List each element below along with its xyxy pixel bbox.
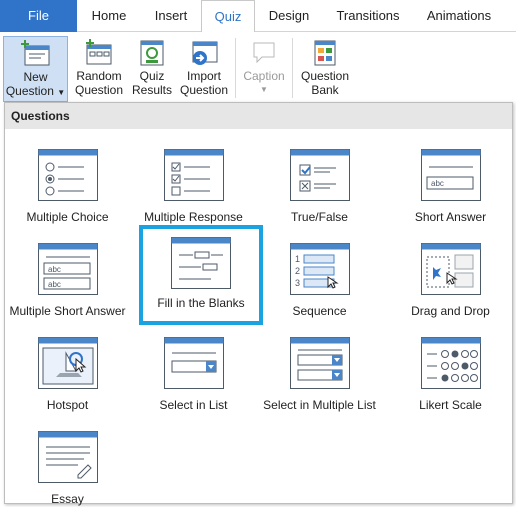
- tab-transitions[interactable]: Transitions: [323, 0, 413, 32]
- question-type-label: Multiple Response: [144, 210, 243, 224]
- caption-icon: [253, 42, 275, 64]
- tab-animations[interactable]: Animations: [416, 0, 502, 32]
- true-false-icon: [290, 149, 350, 201]
- question-bank-label-1: Question: [300, 69, 350, 83]
- question-type-multiple-short-answer[interactable]: abc abc Multiple Short Answer: [5, 233, 130, 325]
- multiple-response-icon: [164, 149, 224, 201]
- question-type-label: True/False: [291, 210, 348, 224]
- import-question-icon: [192, 41, 218, 65]
- caption-chevron-down-icon: ▼: [260, 85, 268, 94]
- questions-gallery: Questions Multiple Choice Multiple Respo…: [4, 102, 513, 507]
- new-question-label-1: New: [23, 70, 48, 84]
- ribbon-separator: [292, 38, 293, 98]
- chevron-down-icon: ▼: [57, 88, 66, 97]
- tab-quiz[interactable]: Quiz: [201, 0, 255, 33]
- question-type-likert-scale[interactable]: Likert Scale: [388, 327, 513, 419]
- fill-in-the-blanks-icon: [171, 237, 231, 289]
- multiple-choice-icon: [38, 149, 98, 201]
- multiple-short-answer-icon: abc abc: [38, 243, 98, 295]
- import-question-label-1: Import: [186, 69, 221, 83]
- question-type-sequence[interactable]: 1 2 3 Sequence: [257, 233, 382, 325]
- question-type-label: Essay: [51, 492, 84, 506]
- question-type-label: Drag and Drop: [411, 304, 490, 318]
- tab-file[interactable]: File: [0, 0, 77, 32]
- question-type-true-false[interactable]: True/False: [257, 139, 382, 231]
- question-type-label: Likert Scale: [419, 398, 482, 412]
- question-type-select-in-multiple-list[interactable]: Select in Multiple List: [257, 327, 382, 419]
- question-type-label: Multiple Choice: [26, 210, 109, 224]
- caption-label: Caption: [243, 69, 285, 83]
- random-question-label-1: Random: [76, 69, 122, 83]
- question-type-multiple-choice[interactable]: Multiple Choice: [5, 139, 130, 231]
- gallery-header: Questions: [5, 103, 512, 129]
- question-type-label: Select in List: [159, 398, 228, 412]
- new-question-button[interactable]: New Question ▼: [3, 36, 68, 102]
- question-type-label: Multiple Short Answer: [9, 304, 126, 318]
- question-type-multiple-response[interactable]: Multiple Response: [131, 139, 256, 231]
- ribbon: New Question ▼ Random Question Quiz Resu…: [0, 32, 516, 102]
- question-type-essay[interactable]: Essay: [5, 421, 130, 507]
- tab-design[interactable]: Design: [258, 0, 320, 32]
- svg-text:1: 1: [295, 254, 300, 264]
- svg-text:2: 2: [295, 266, 300, 276]
- question-type-short-answer[interactable]: abc Short Answer: [388, 139, 513, 231]
- tab-home[interactable]: Home: [80, 0, 138, 32]
- question-type-select-in-list[interactable]: Select in List: [131, 327, 256, 419]
- import-question-label-2: Question: [179, 83, 229, 97]
- essay-icon: [38, 431, 98, 483]
- ribbon-tab-bar: File Home Insert Quiz Design Transitions…: [0, 0, 516, 33]
- question-type-label: Sequence: [292, 304, 347, 318]
- sequence-icon: 1 2 3: [290, 243, 350, 295]
- question-type-label: Fill in the Blanks: [157, 296, 245, 310]
- random-question-label-2: Question: [74, 83, 124, 97]
- new-question-icon: [20, 40, 49, 66]
- question-bank-icon: [314, 40, 336, 66]
- short-answer-icon: abc: [421, 149, 481, 201]
- quiz-results-icon: [140, 40, 164, 66]
- import-question-button[interactable]: Import Question: [178, 36, 230, 102]
- caption-button[interactable]: Caption ▼: [240, 36, 288, 102]
- question-type-hotspot[interactable]: Hotspot: [5, 327, 130, 419]
- tab-insert[interactable]: Insert: [141, 0, 201, 32]
- svg-text:abc: abc: [48, 265, 61, 274]
- ribbon-separator: [235, 38, 236, 98]
- quiz-results-button[interactable]: Quiz Results: [130, 36, 174, 102]
- new-question-label-2: Question ▼: [5, 84, 66, 98]
- drag-and-drop-icon: [421, 243, 481, 295]
- question-bank-button[interactable]: Question Bank: [297, 36, 353, 102]
- likert-scale-icon: [421, 337, 481, 389]
- question-type-label: Hotspot: [46, 398, 89, 412]
- question-type-label: Select in Multiple List: [263, 398, 376, 412]
- question-bank-label-2: Bank: [311, 83, 339, 97]
- quiz-results-label-2: Results: [131, 83, 172, 97]
- hotspot-icon: [38, 337, 98, 389]
- random-question-button[interactable]: Random Question: [72, 36, 126, 102]
- question-type-label: Short Answer: [414, 210, 487, 224]
- svg-text:abc: abc: [48, 280, 61, 289]
- svg-text:3: 3: [295, 278, 300, 288]
- question-type-drag-and-drop[interactable]: Drag and Drop: [388, 233, 513, 325]
- svg-text:abc: abc: [431, 179, 444, 188]
- quiz-results-label-1: Quiz: [139, 69, 165, 83]
- question-type-fill-in-the-blanks[interactable]: Fill in the Blanks: [139, 225, 263, 325]
- select-in-multiple-list-icon: [290, 337, 350, 389]
- random-question-icon: [86, 39, 112, 65]
- select-in-list-icon: [164, 337, 224, 389]
